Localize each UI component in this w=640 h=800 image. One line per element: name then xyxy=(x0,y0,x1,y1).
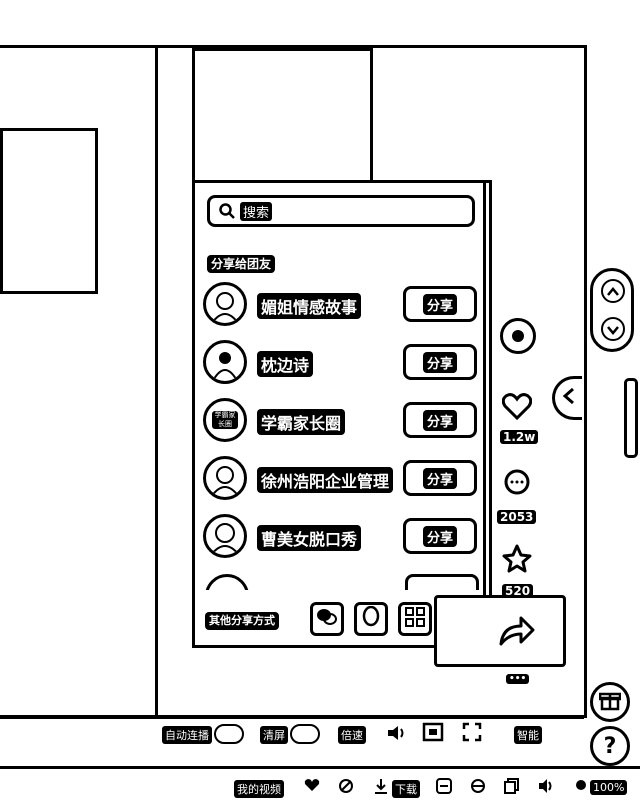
prev-video-button[interactable] xyxy=(601,279,625,303)
video-frame-left xyxy=(0,128,98,294)
translate-icon[interactable] xyxy=(436,778,452,794)
avatar xyxy=(203,282,247,326)
favorite-count: 520 xyxy=(502,584,534,598)
speed-button[interactable]: 倍速 xyxy=(338,726,366,744)
favorite-button[interactable] xyxy=(502,544,532,578)
list-item[interactable]: 曹美女脱口秀 分享 xyxy=(203,514,479,560)
more-button[interactable]: ••• xyxy=(506,674,530,684)
clear-screen-toggle[interactable] xyxy=(290,724,320,744)
qq-icon xyxy=(361,605,381,632)
clear-screen-label: 清屏 xyxy=(260,726,288,744)
block-icon[interactable] xyxy=(338,778,354,794)
gift-button[interactable] xyxy=(590,682,630,722)
wechat-icon xyxy=(316,607,338,631)
comment-icon xyxy=(503,468,531,500)
volume-icon[interactable] xyxy=(386,724,406,742)
copy-icon[interactable] xyxy=(504,778,520,794)
section-title: 分享给团友 xyxy=(207,255,276,273)
search-bar[interactable]: 搜索 xyxy=(207,195,475,227)
volume-status-icon[interactable] xyxy=(538,778,554,794)
avatar-text: 学霸家长圈 xyxy=(212,411,238,429)
friend-name: 徐州浩阳企业管理 xyxy=(257,467,394,493)
comment-count: 2053 xyxy=(497,510,537,524)
avatar xyxy=(203,340,247,384)
chevron-down-icon xyxy=(607,320,619,339)
friend-name: 枕边诗 xyxy=(257,351,314,377)
avatar: 学霸家长圈 xyxy=(203,398,247,442)
share-button[interactable]: 分享 xyxy=(403,286,477,322)
zoom-icon xyxy=(574,778,588,794)
star-icon xyxy=(502,544,532,578)
fullscreen-icon[interactable] xyxy=(462,722,482,742)
video-line xyxy=(155,48,158,718)
friend-name: 媚姐情感故事 xyxy=(257,293,362,319)
wechat-button[interactable] xyxy=(310,602,344,636)
help-icon: ? xyxy=(603,733,617,759)
video-nav xyxy=(590,268,634,352)
help-button[interactable]: ? xyxy=(590,726,630,766)
player-bar xyxy=(0,715,584,719)
my-videos-button[interactable]: 我的视频 xyxy=(234,780,284,798)
friend-name: 学霸家长圈 xyxy=(257,409,346,435)
heart-button[interactable] xyxy=(501,392,533,424)
share-button[interactable]: 分享 xyxy=(403,460,477,496)
quality-button[interactable]: 智能 xyxy=(514,726,542,744)
qq-button[interactable] xyxy=(354,602,388,636)
qrcode-button[interactable] xyxy=(398,602,432,636)
friend-name: 曹美女脱口秀 xyxy=(257,525,362,551)
edge-icon[interactable] xyxy=(470,778,486,794)
next-video-button[interactable] xyxy=(601,317,625,341)
search-icon xyxy=(218,202,236,220)
chevron-up-icon xyxy=(607,282,619,301)
avatar xyxy=(203,514,247,558)
list-item[interactable]: 学霸家长圈 学霸家长圈 分享 xyxy=(203,398,479,444)
share-button[interactable]: 分享 xyxy=(403,344,477,380)
other-share-label: 其他分享方式 xyxy=(205,612,279,630)
download-label[interactable]: 下载 xyxy=(392,780,420,798)
download-icon[interactable] xyxy=(374,778,388,794)
qrcode-icon xyxy=(405,607,425,631)
like-count: 1.2w xyxy=(500,430,539,444)
gift-icon xyxy=(598,689,622,715)
video-frame-top xyxy=(192,48,373,189)
share-popup[interactable] xyxy=(434,595,566,667)
avatar xyxy=(203,456,247,500)
heart-icon xyxy=(501,392,533,424)
share-arrow-icon xyxy=(497,612,537,648)
list-item[interactable]: 枕边诗 分享 xyxy=(203,340,479,386)
list-item[interactable]: 徐州浩阳企业管理 分享 xyxy=(203,456,479,502)
share-button[interactable]: 分享 xyxy=(403,518,477,554)
list-item-partial xyxy=(205,572,481,590)
chevron-left-icon xyxy=(561,387,577,409)
pip-icon[interactable] xyxy=(422,722,444,742)
search-input[interactable]: 搜索 xyxy=(240,201,273,221)
comment-button[interactable] xyxy=(503,468,531,500)
page-scrollbar[interactable] xyxy=(624,378,638,458)
heart-status-icon[interactable] xyxy=(304,778,320,792)
author-avatar[interactable] xyxy=(500,318,536,354)
status-divider xyxy=(0,766,640,769)
list-item[interactable]: 媚姐情感故事 分享 xyxy=(203,282,479,328)
zoom-level[interactable]: 100% xyxy=(590,780,628,795)
autoplay-toggle[interactable] xyxy=(214,724,244,744)
panel-scrollbar[interactable] xyxy=(483,183,486,603)
autoplay-label: 自动连播 xyxy=(162,726,212,744)
share-button[interactable]: 分享 xyxy=(403,402,477,438)
